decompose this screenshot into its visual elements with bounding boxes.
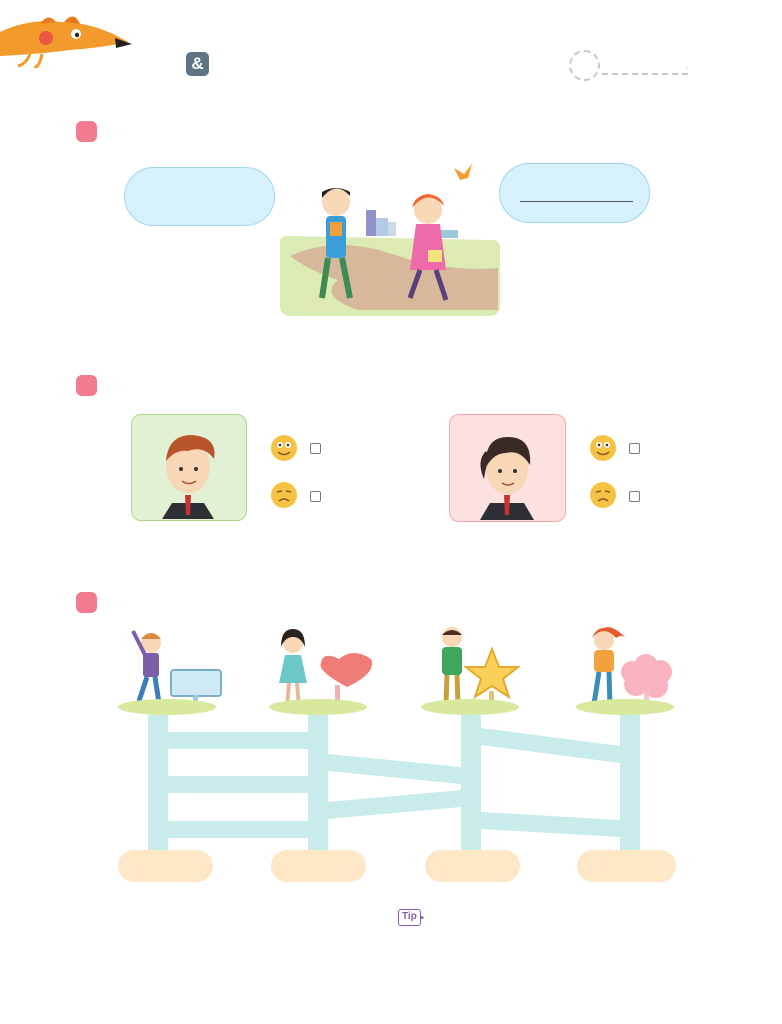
grass-platform — [118, 699, 216, 715]
happy-face-icon — [271, 435, 297, 461]
girl-portrait-card — [449, 414, 566, 522]
ladder-rung — [168, 732, 308, 749]
boy-portrait-illustration — [162, 435, 215, 519]
ladder-diagonal-rungs — [328, 728, 620, 837]
sad-face-icon — [590, 482, 616, 508]
girl-happy-checkbox[interactable] — [629, 443, 640, 454]
grass-platform — [576, 699, 674, 715]
girl-portrait-illustration — [480, 437, 534, 520]
ladder-rung — [168, 776, 308, 793]
boy-happy-checkbox[interactable] — [310, 443, 321, 454]
fox-illustration — [0, 16, 132, 68]
tip-arrow-icon: ▸ — [420, 912, 425, 922]
ladder-track-1 — [148, 715, 168, 855]
ampersand-badge: & — [186, 52, 209, 76]
boy-sad-checkbox[interactable] — [310, 491, 321, 502]
happy-face-icon — [590, 435, 616, 461]
answer-oval-3[interactable] — [425, 850, 520, 882]
girl-sad-checkbox[interactable] — [629, 491, 640, 502]
answer-line — [520, 201, 633, 202]
ladder-track-2 — [308, 715, 328, 855]
answer-oval-2[interactable] — [271, 850, 366, 882]
boy-portrait-card — [131, 414, 247, 521]
ladder-track-4 — [620, 715, 640, 855]
speech-bubble-right[interactable] — [499, 163, 650, 223]
score-line — [602, 73, 688, 75]
section-marker-3 — [76, 592, 97, 613]
answer-oval-1[interactable] — [118, 850, 213, 882]
section-marker-1 — [76, 121, 97, 142]
grass-platform — [269, 699, 367, 715]
sad-face-icon — [271, 482, 297, 508]
score-tail-mark: ' — [686, 66, 688, 76]
score-circle — [569, 50, 600, 81]
grass-platform — [421, 699, 519, 715]
tip-badge: Tip — [398, 909, 421, 926]
section-marker-2 — [76, 375, 97, 396]
answer-oval-4[interactable] — [577, 850, 676, 882]
ladder-rung — [168, 821, 308, 838]
speech-bubble-left[interactable] — [124, 167, 275, 226]
greeting-scene-illustration — [280, 164, 500, 316]
